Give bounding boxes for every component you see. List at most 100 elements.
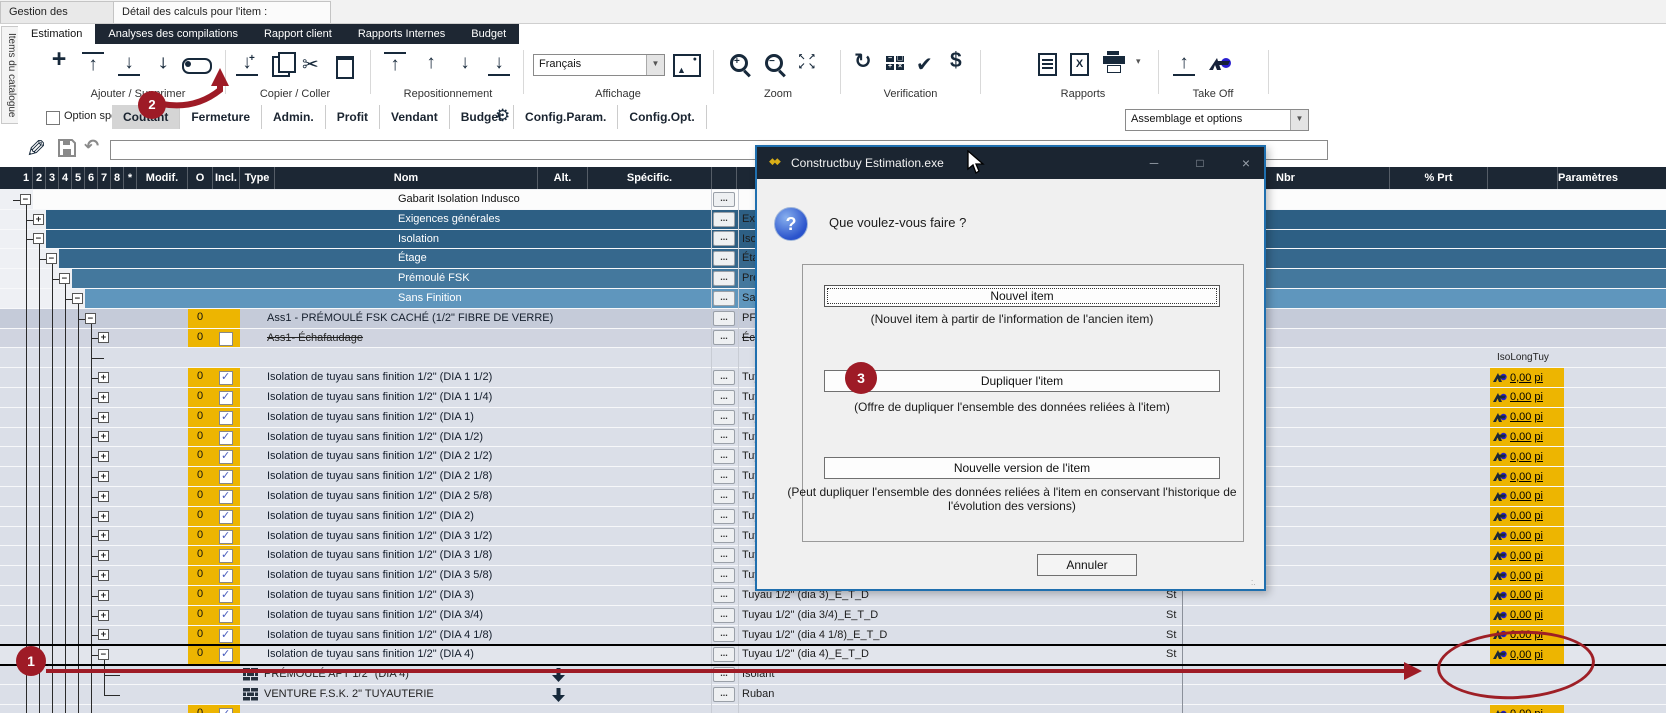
table-row[interactable]: +0Isolation de tuyau sans finition 1/2" … xyxy=(0,606,1666,626)
insert-above-icon[interactable]: ↑ xyxy=(82,52,104,76)
maximize-icon[interactable]: □ xyxy=(1185,147,1215,179)
param-cell[interactable]: 0,00pi xyxy=(1490,388,1564,407)
ellipsis-button[interactable]: ... xyxy=(713,192,735,207)
subtab-config-opt-[interactable]: Config.Opt. xyxy=(618,105,706,129)
undo-icon[interactable]: ↶ xyxy=(84,136,99,157)
expand-icon[interactable]: + xyxy=(98,412,109,423)
incl-checkbox[interactable] xyxy=(219,609,233,623)
tab-detail-calculs[interactable]: Détail des calculs pour l'item : 114024× xyxy=(113,1,331,23)
ellipsis-button[interactable]: ... xyxy=(713,469,735,484)
incl-checkbox[interactable] xyxy=(219,530,233,544)
calc-grid-icon[interactable]: −▢+× xyxy=(886,56,904,71)
collapse-icon[interactable]: − xyxy=(59,273,70,284)
minimize-icon[interactable]: ─ xyxy=(1139,147,1169,179)
move-up-icon[interactable]: ↑ xyxy=(420,52,442,74)
ellipsis-button[interactable]: ... xyxy=(713,311,735,326)
resize-grip[interactable]: . .. xyxy=(1251,577,1260,586)
menu-tab-analyses-des-compilations[interactable]: Analyses des compilations xyxy=(95,24,251,44)
param-cell[interactable]: 0,00pi xyxy=(1490,566,1564,585)
dollar-icon[interactable]: $ xyxy=(950,49,962,73)
ellipsis-button[interactable]: ... xyxy=(713,687,735,702)
menu-tab-rapport-client[interactable]: Rapport client xyxy=(251,24,345,44)
save-icon[interactable] xyxy=(58,139,76,160)
ellipsis-button[interactable]: ... xyxy=(713,291,735,306)
zoom-in-icon[interactable]: + xyxy=(730,54,748,72)
gear-icon[interactable]: ⚙ xyxy=(495,106,510,126)
ellipsis-button[interactable]: ... xyxy=(713,271,735,286)
incl-checkbox[interactable] xyxy=(219,490,233,504)
incl-checkbox[interactable] xyxy=(219,431,233,445)
incl-checkbox[interactable] xyxy=(219,549,233,563)
add-icon[interactable]: + xyxy=(48,48,70,70)
incl-checkbox[interactable] xyxy=(219,569,233,583)
expand-icon[interactable]: + xyxy=(98,471,109,482)
param-cell[interactable]: 0,00pi xyxy=(1490,368,1564,387)
ellipsis-button[interactable]: ... xyxy=(713,647,735,662)
collapse-icon[interactable]: − xyxy=(85,313,96,324)
ellipsis-button[interactable]: ... xyxy=(713,627,735,642)
table-row[interactable]: VENTURE F.S.K. 2" TUYAUTERIE...Ruban xyxy=(0,685,1666,705)
move-down-icon[interactable]: ↓ xyxy=(454,52,476,74)
ellipsis-button[interactable]: ... xyxy=(713,489,735,504)
chevron-down-icon[interactable]: ▾ xyxy=(1136,56,1141,67)
takeoff-logo-icon[interactable] xyxy=(1208,56,1234,75)
expand-icon[interactable]: + xyxy=(98,530,109,541)
image-icon[interactable]: ▲● xyxy=(673,54,701,77)
incl-checkbox[interactable] xyxy=(219,391,233,405)
ellipsis-button[interactable]: ... xyxy=(713,429,735,444)
ellipsis-button[interactable]: ... xyxy=(713,370,735,385)
expand-icon[interactable]: + xyxy=(98,590,109,601)
refresh-icon[interactable]: ↻ xyxy=(854,49,872,74)
expand-icon[interactable]: + xyxy=(98,451,109,462)
param-cell[interactable]: 0,00pi xyxy=(1490,447,1564,466)
expand-icon[interactable]: + xyxy=(98,372,109,383)
paste-icon[interactable] xyxy=(336,56,354,79)
incl-checkbox[interactable] xyxy=(219,648,233,662)
collapse-icon[interactable]: − xyxy=(72,293,83,304)
chevron-down-icon[interactable]: ▼ xyxy=(646,55,664,75)
table-row[interactable]: 00,00pi xyxy=(0,705,1666,713)
expand-icon[interactable]: + xyxy=(98,511,109,522)
tab-gestion-des-items[interactable]: Gestion des items× xyxy=(0,1,122,23)
collapse-icon[interactable]: − xyxy=(46,253,57,264)
nouvelle-version-button[interactable]: Nouvelle version de l'item xyxy=(824,457,1220,479)
check-icon[interactable]: ✔ xyxy=(916,52,933,77)
expand-icon[interactable]: + xyxy=(98,550,109,561)
incl-checkbox[interactable] xyxy=(219,450,233,464)
printer-icon[interactable] xyxy=(1103,56,1125,64)
sidebar-items-du-catalogue[interactable]: Items du catalogue xyxy=(1,26,19,124)
dialog-titlebar[interactable]: ◆◆ Constructbuy Estimation.exe ─ □ × xyxy=(757,147,1264,179)
copy-icon[interactable] xyxy=(272,56,290,77)
subtab-admin-[interactable]: Admin. xyxy=(262,105,326,129)
assembly-options-combobox[interactable]: Assemblage et options ▼ xyxy=(1125,109,1309,131)
annuler-button[interactable]: Annuler xyxy=(1037,554,1137,576)
cut-icon[interactable]: ✂ xyxy=(302,52,319,77)
pencil-icon[interactable]: ✎ xyxy=(26,135,46,164)
menu-tab-budget[interactable]: Budget xyxy=(458,24,519,44)
takeoff-eject-icon[interactable]: ↑ xyxy=(1173,52,1195,76)
param-cell[interactable]: 0,00pi xyxy=(1490,705,1564,713)
ellipsis-button[interactable]: ... xyxy=(713,410,735,425)
expand-icon[interactable]: + xyxy=(98,570,109,581)
param-cell[interactable]: 0,00pi xyxy=(1490,606,1564,625)
param-cell[interactable]: 0,00pi xyxy=(1490,467,1564,486)
chevron-down-icon[interactable]: ▼ xyxy=(1290,110,1308,130)
ellipsis-button[interactable]: ... xyxy=(713,509,735,524)
collapse-icon[interactable]: − xyxy=(20,194,31,205)
expand-icon[interactable]: + xyxy=(98,431,109,442)
ellipsis-button[interactable]: ... xyxy=(713,390,735,405)
ellipsis-button[interactable]: ... xyxy=(713,608,735,623)
expand-icon[interactable]: + xyxy=(98,491,109,502)
report-doc-icon[interactable] xyxy=(1038,53,1057,76)
ellipsis-button[interactable]: ... xyxy=(713,449,735,464)
param-cell[interactable]: 0,00pi xyxy=(1490,507,1564,526)
ellipsis-button[interactable]: ... xyxy=(713,568,735,583)
move-top-icon[interactable]: ↑ xyxy=(384,52,406,76)
collapse-icon[interactable]: − xyxy=(33,233,44,244)
zoom-out-icon[interactable]: − xyxy=(765,54,783,72)
expand-icon[interactable]: + xyxy=(98,392,109,403)
expand-icon[interactable]: + xyxy=(33,214,44,225)
incl-checkbox[interactable] xyxy=(219,708,233,713)
param-cell[interactable]: 0,00pi xyxy=(1490,487,1564,506)
param-cell[interactable]: 0,00pi xyxy=(1490,586,1564,605)
